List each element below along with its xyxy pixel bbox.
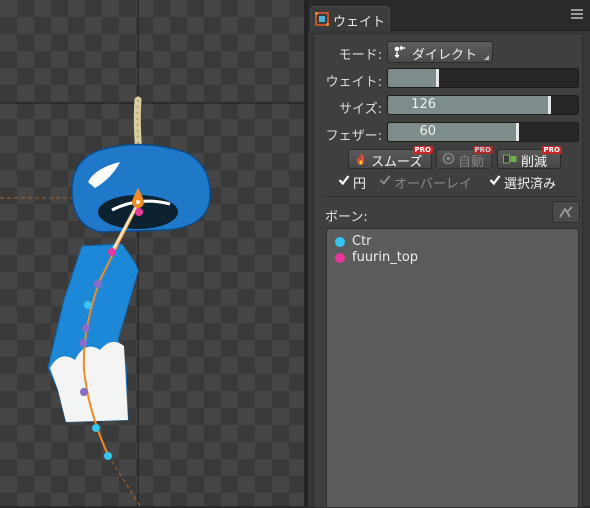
viewport-canvas[interactable] [0,0,305,506]
check-icon [338,175,350,186]
vertex-marker[interactable] [84,301,92,309]
selected-only-label: 選択済み [504,177,557,192]
size-value: 126 [411,97,436,112]
bone-name: Ctr [352,234,372,249]
weight-slider-fill [388,69,440,87]
check-icon [379,175,391,186]
size-slider[interactable]: 126 [387,95,579,115]
size-slider-handle[interactable] [548,96,552,114]
pro-badge: PRO [472,146,493,154]
overlay-label: オーバーレイ [394,177,472,192]
canvas-drawing [0,0,305,506]
auto-refresh-icon [442,152,455,165]
bone-tool-button[interactable] [552,201,580,223]
bone-list: Ctr fuurin_top [326,228,579,508]
smooth-button[interactable]: スムーズ PRO [348,146,433,170]
reduce-button[interactable]: 削減 PRO [497,146,562,170]
weight-slider-handle[interactable] [436,69,440,87]
vertex-marker[interactable] [135,208,143,216]
bone-name: fuurin_top [352,250,419,265]
circle-label: 円 [353,177,367,192]
pro-badge: PRO [541,146,562,154]
diagonal-dashed-guide [107,454,141,506]
weight-panel-icon [315,12,329,26]
size-label: サイズ: [339,102,382,117]
vertex-marker[interactable] [92,424,100,432]
panel-body: モード: ダイレクト ウェイト: サイズ: 126 フェザー: 60 スムーズ … [313,33,583,508]
weight-label: ウェイト: [325,75,382,90]
bone-select-icon [559,206,573,218]
bones-label: ボーン: [325,210,368,225]
mode-value: ダイレクト [412,48,478,63]
mode-label: モード: [338,48,382,63]
weight-panel: ウェイト モード: ダイレクト ウェイト: サイズ: 126 フェザー: 60 … [308,0,590,508]
auto-button[interactable]: 自動 PRO [436,146,493,170]
pro-badge: PRO [412,146,433,154]
flame-icon [357,153,365,165]
vertex-marker[interactable] [94,280,102,288]
panel-menu-icon[interactable] [571,9,583,19]
section-divider [323,196,579,197]
mode-dropdown[interactable]: ダイレクト [387,41,493,63]
feather-label: フェザー: [325,129,382,144]
vertex-marker[interactable] [108,248,116,256]
tab-title: ウェイト [333,15,386,30]
feather-slider-handle[interactable] [516,123,520,141]
reduce-icon [503,154,517,164]
direct-mode-icon [394,45,405,58]
vertex-marker[interactable] [104,452,112,460]
weight-slider[interactable] [387,68,579,88]
bone-color-dot [335,237,345,247]
feather-value: 60 [419,124,436,139]
panel-tab-bar: ウェイト [308,0,590,31]
bone-color-dot [335,253,345,263]
vertex-marker[interactable] [82,324,90,332]
feather-slider[interactable]: 60 [387,122,579,142]
dropdown-corner-icon [484,55,489,60]
tab-weight[interactable]: ウェイト [310,6,390,31]
check-icon [489,175,501,186]
vertex-marker[interactable] [80,388,88,396]
vertex-marker[interactable] [79,339,87,347]
